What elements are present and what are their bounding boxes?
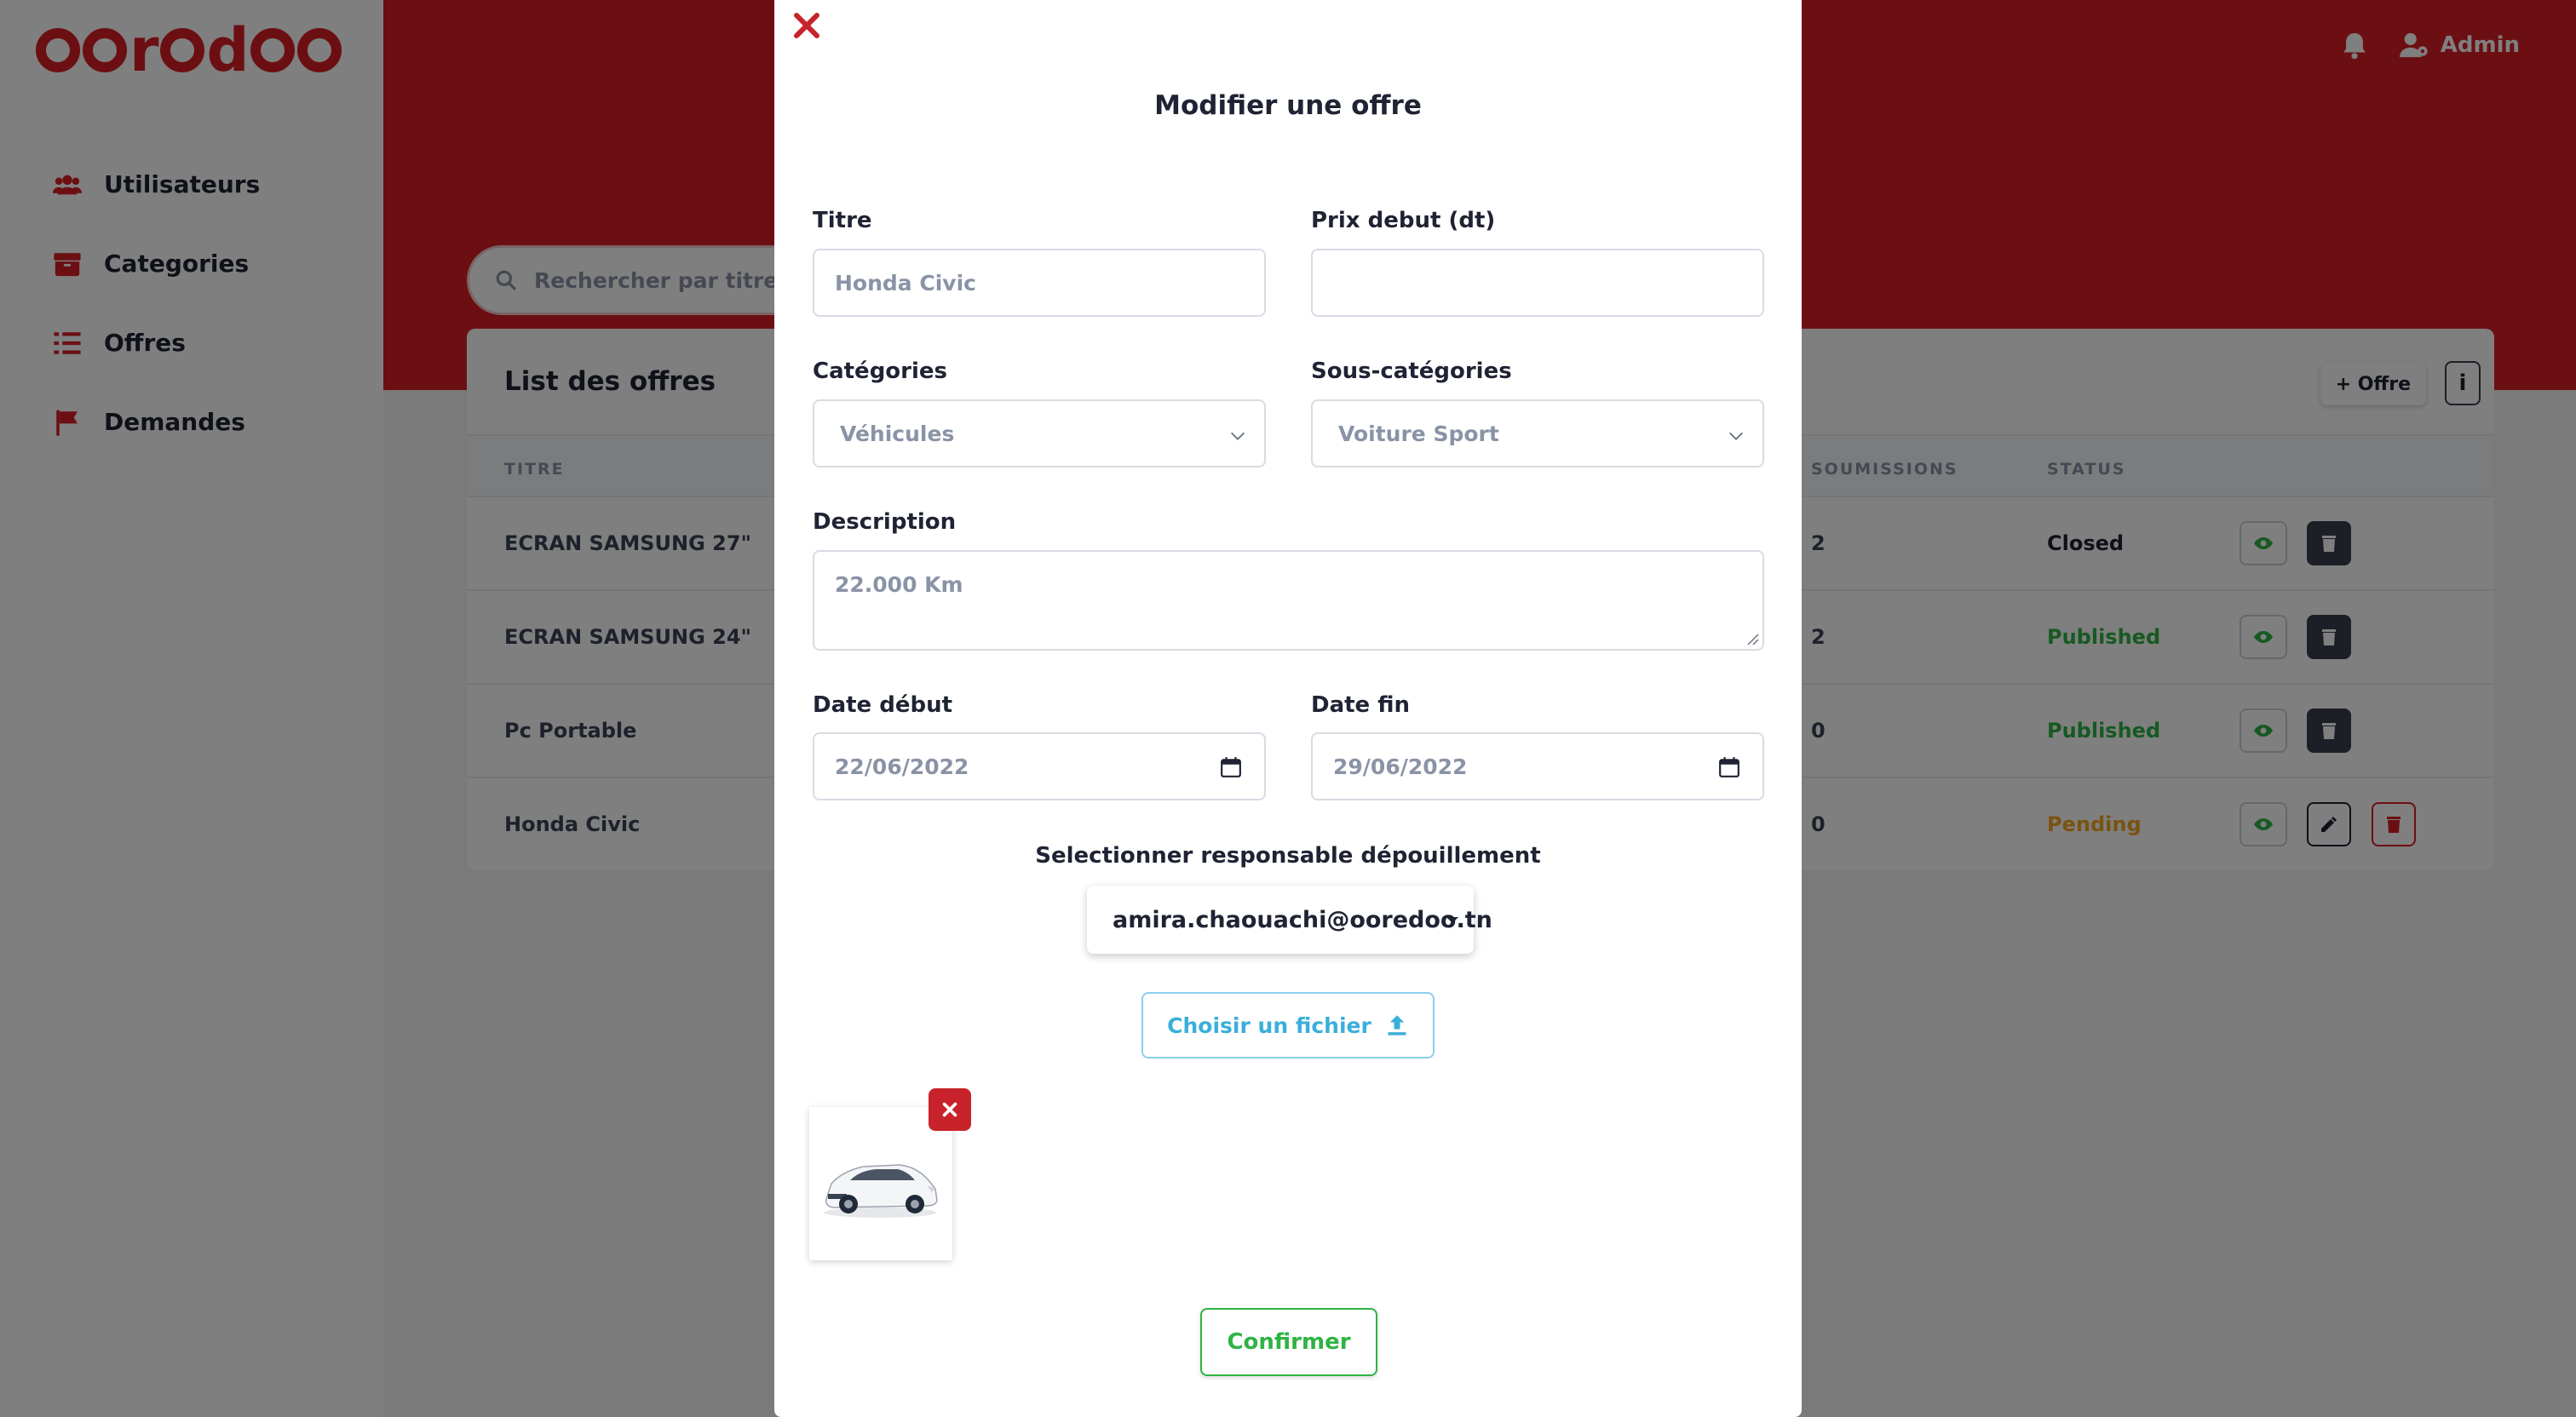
description-value: 22.000 Km <box>835 572 963 597</box>
date-debut-input[interactable]: 22/06/2022 <box>813 732 1266 800</box>
close-icon <box>942 1102 957 1117</box>
description-label: Description <box>813 509 957 535</box>
remove-image-button[interactable] <box>929 1088 971 1131</box>
date-debut-value: 22/06/2022 <box>835 754 969 779</box>
titre-value: Honda Civic <box>835 270 976 295</box>
caret-down-icon <box>1446 917 1458 923</box>
categories-value: Véhicules <box>840 421 955 446</box>
responsable-label: Selectionner responsable dépouillement <box>1035 843 1541 869</box>
close-icon <box>794 13 819 38</box>
date-debut-label: Date début <box>813 692 953 718</box>
confirm-label: Confirmer <box>1227 1329 1351 1355</box>
upload-icon <box>1388 1015 1406 1036</box>
titre-input[interactable]: Honda Civic <box>813 249 1266 317</box>
uploaded-image-thumbnail[interactable] <box>809 1107 952 1260</box>
responsable-value: amira.chaouachi@ooredoo.tn <box>1113 906 1492 933</box>
categories-select[interactable]: Véhicules <box>813 399 1266 468</box>
edit-offer-modal: Modifier une offre Titre Honda Civic Pri… <box>774 0 1802 1417</box>
souscat-select[interactable]: Voiture Sport <box>1311 399 1764 468</box>
responsable-dropdown[interactable]: amira.chaouachi@ooredoo.tn <box>1087 886 1492 954</box>
description-textarea[interactable]: 22.000 Km <box>813 550 1764 651</box>
modal-title: Modifier une offre <box>1154 90 1422 121</box>
prix-input[interactable] <box>1311 249 1764 317</box>
date-fin-value: 29/06/2022 <box>1333 754 1468 779</box>
close-button[interactable] <box>786 5 827 46</box>
choose-file-label: Choisir un fichier <box>1167 1013 1371 1038</box>
calendar-icon[interactable] <box>1718 756 1740 778</box>
car-image <box>824 1164 938 1218</box>
souscat-label: Sous-catégories <box>1311 359 1512 384</box>
date-fin-label: Date fin <box>1311 692 1411 718</box>
choose-file-button[interactable]: Choisir un fichier <box>1141 992 1435 1058</box>
titre-label: Titre <box>813 208 872 233</box>
chevron-down-icon <box>1231 432 1245 440</box>
resize-handle-icon[interactable] <box>1745 632 1759 645</box>
chevron-down-icon <box>1729 432 1743 440</box>
categories-label: Catégories <box>813 359 948 384</box>
calendar-icon[interactable] <box>1220 756 1242 778</box>
souscat-value: Voiture Sport <box>1338 421 1499 446</box>
prix-label: Prix debut (dt) <box>1311 208 1496 233</box>
date-fin-input[interactable]: 29/06/2022 <box>1311 732 1764 800</box>
confirm-button[interactable]: Confirmer <box>1200 1308 1377 1376</box>
